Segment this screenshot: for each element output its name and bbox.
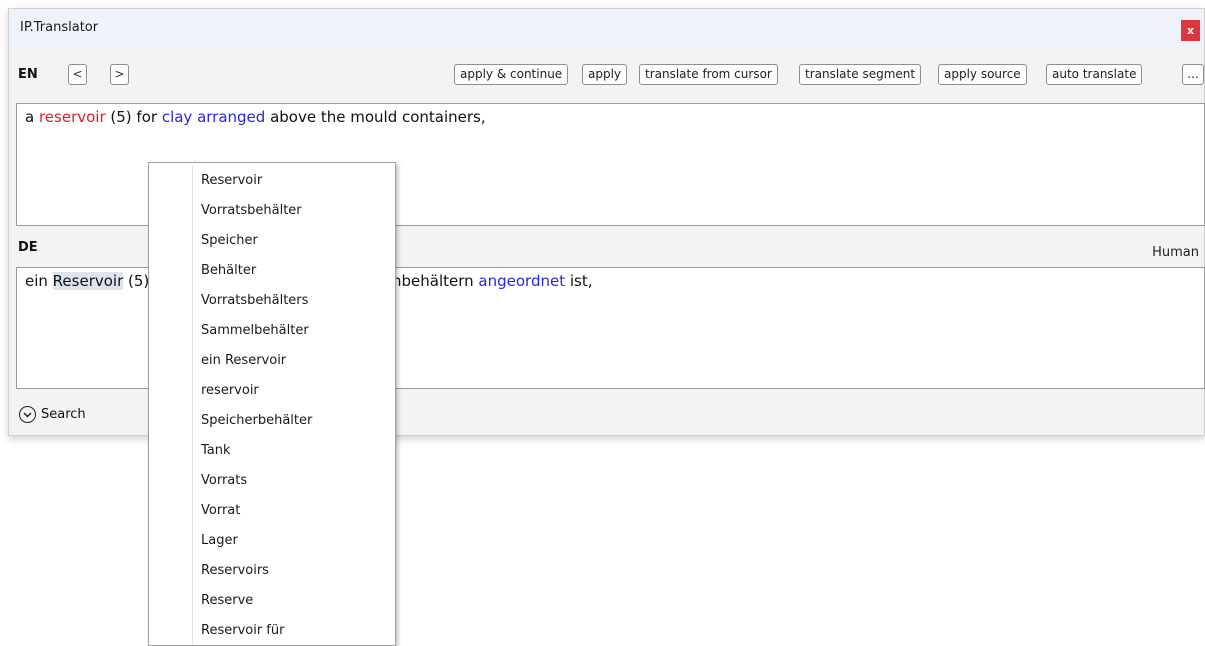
target-term-angeordnet[interactable]: angeordnet	[474, 272, 565, 290]
previous-segment-button[interactable]: <	[68, 64, 87, 85]
menu-icon-gutter	[192, 166, 193, 645]
more-options-button[interactable]: ...	[1182, 64, 1204, 85]
apply-button[interactable]: apply	[582, 64, 628, 85]
search-toggle[interactable]: Search	[19, 406, 86, 423]
target-segment-3: (5)	[123, 272, 150, 290]
menu-item[interactable]: Reservoir für	[149, 616, 395, 646]
apply-continue-button[interactable]: apply & continue	[454, 64, 569, 85]
menu-item[interactable]: Vorratsbehälter	[149, 196, 395, 226]
target-term-reservoir[interactable]: Reservoir	[52, 272, 124, 290]
menu-item[interactable]: Reservoirs	[149, 556, 395, 586]
menu-item[interactable]: Speicher	[149, 226, 395, 256]
menu-item[interactable]: Lager	[149, 526, 395, 556]
title-bar: IP.Translator x	[9, 9, 1204, 49]
search-label: Search	[41, 407, 86, 422]
target-segment-6: ist,	[565, 272, 593, 290]
apply-source-button[interactable]: apply source	[938, 64, 1027, 85]
translation-status: Human	[1152, 245, 1199, 260]
menu-item[interactable]: Vorratsbehälters	[149, 286, 395, 316]
source-term-reservoir[interactable]: reservoir	[39, 108, 106, 126]
source-segment-1: a	[25, 108, 39, 126]
chevron-down-circle-icon	[19, 406, 36, 423]
translate-segment-button[interactable]: translate segment	[799, 64, 922, 85]
source-language-label: EN	[18, 67, 38, 82]
menu-item[interactable]: Speicherbehälter	[149, 406, 395, 436]
translate-from-cursor-button[interactable]: translate from cursor	[639, 64, 778, 85]
window-title: IP.Translator	[20, 20, 99, 35]
suggestion-context-menu: Reservoir Vorratsbehälter Speicher Behäl…	[148, 162, 396, 646]
menu-item[interactable]: reservoir	[149, 376, 395, 406]
menu-item[interactable]: Sammelbehälter	[149, 316, 395, 346]
target-segment-1: ein	[25, 272, 53, 290]
source-segment-5: above the mould containers,	[265, 108, 486, 126]
source-segment-3: (5) for	[105, 108, 162, 126]
menu-item[interactable]: Vorrat	[149, 496, 395, 526]
menu-item[interactable]: Reserve	[149, 586, 395, 616]
menu-item[interactable]: Reservoir	[149, 166, 395, 196]
menu-item[interactable]: Behälter	[149, 256, 395, 286]
menu-item[interactable]: ein Reservoir	[149, 346, 395, 376]
target-language-label: DE	[18, 240, 38, 255]
next-segment-button[interactable]: >	[110, 64, 129, 85]
menu-item[interactable]: Vorrats	[149, 466, 395, 496]
close-button[interactable]: x	[1181, 20, 1200, 41]
source-term-clay-arranged[interactable]: clay arranged	[162, 108, 265, 126]
auto-translate-button[interactable]: auto translate	[1046, 64, 1143, 85]
menu-item[interactable]: Tank	[149, 436, 395, 466]
